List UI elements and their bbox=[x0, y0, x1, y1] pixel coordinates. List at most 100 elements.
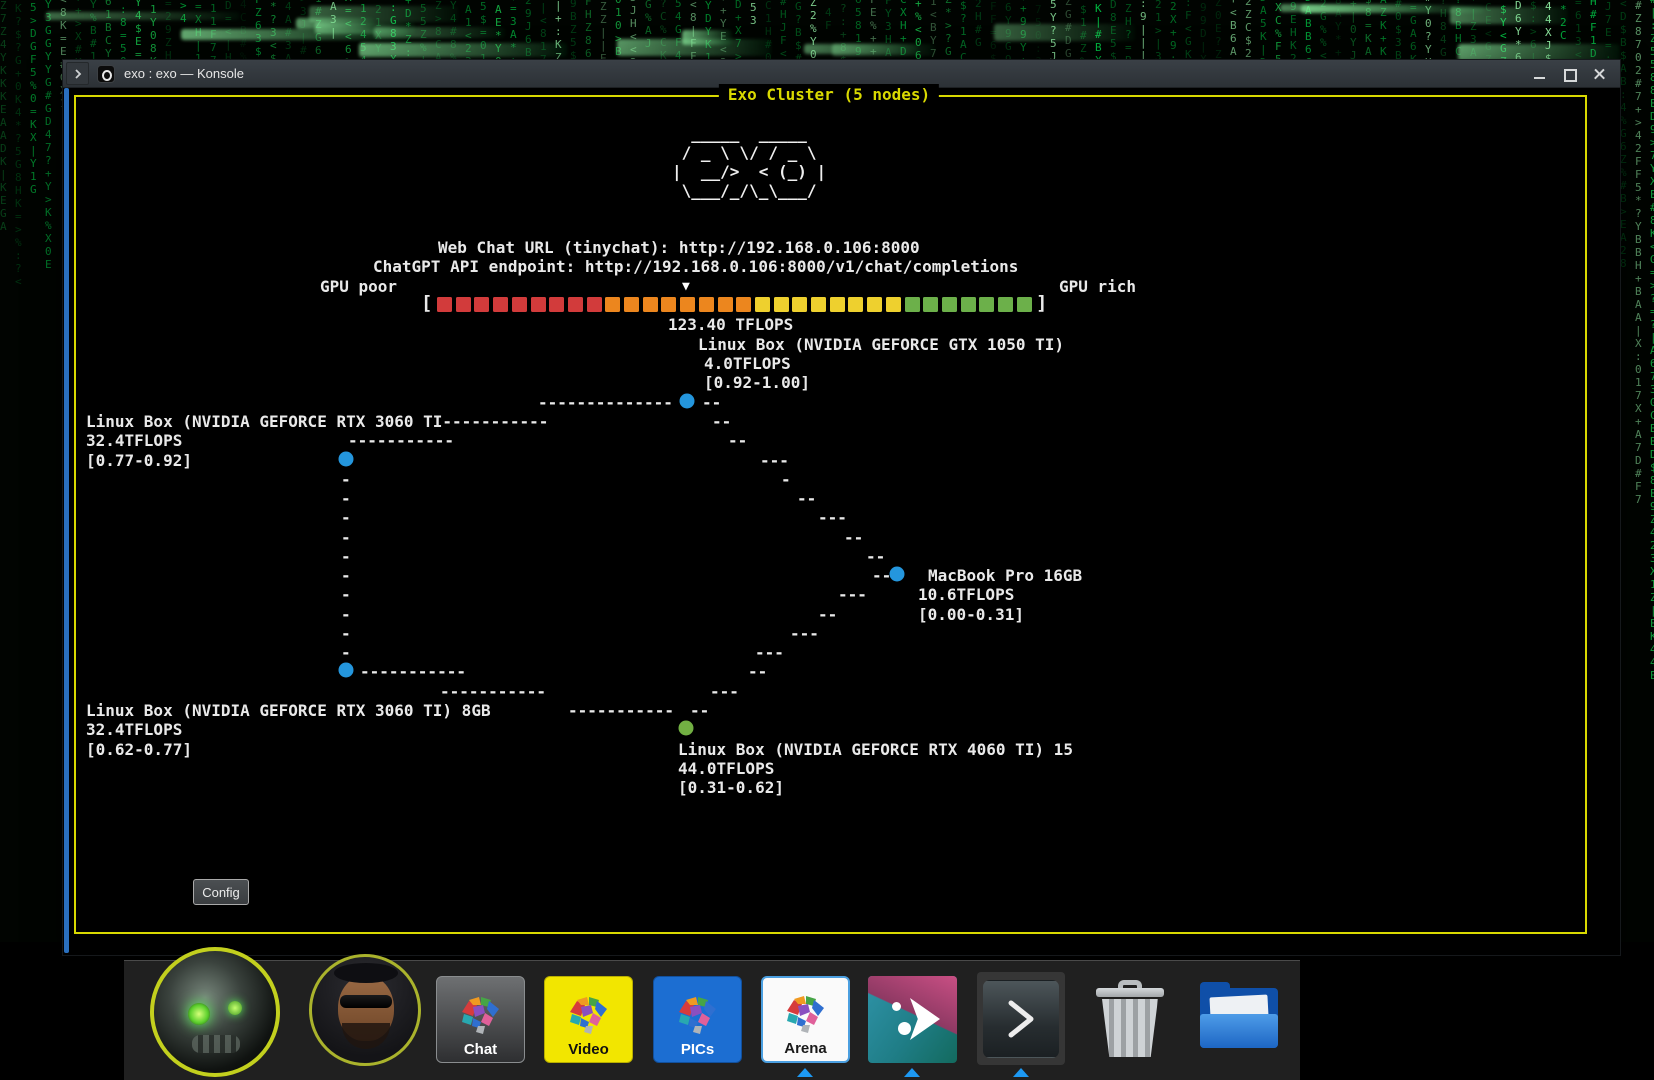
topology-line: - bbox=[341, 643, 351, 662]
matrix-streak bbox=[1458, 44, 1620, 61]
topology-line: --- bbox=[710, 682, 739, 701]
brain-icon bbox=[677, 995, 719, 1039]
node-tflops: 32.4TFLOPS bbox=[86, 431, 182, 450]
app-icon-dot bbox=[892, 1002, 901, 1011]
dock-item-konsole[interactable] bbox=[977, 972, 1065, 1065]
gauge-block bbox=[774, 297, 789, 312]
node-range: [0.92-1.00] bbox=[704, 373, 810, 392]
gauge-block bbox=[792, 297, 807, 312]
gpu-rich-label: GPU rich bbox=[1059, 277, 1136, 296]
folder-front bbox=[1200, 1014, 1278, 1048]
gauge-block bbox=[998, 297, 1013, 312]
folder-icon[interactable] bbox=[1198, 982, 1280, 1056]
gauge-block bbox=[755, 297, 770, 312]
trash-lid bbox=[1096, 988, 1164, 997]
terminal-scrollbar[interactable] bbox=[64, 88, 69, 953]
robot-jaw-icon bbox=[192, 1035, 240, 1053]
running-indicator bbox=[797, 1068, 813, 1077]
topology-line: - bbox=[781, 470, 791, 489]
avatar-cap bbox=[334, 963, 398, 983]
topology-line: -- bbox=[797, 489, 816, 508]
gauge-block bbox=[587, 297, 602, 312]
matrix-glyph-column: : K ? $ ? G + 0 K 4 * ? 5 G 8 H K = > % … bbox=[15, 0, 22, 288]
node-dot bbox=[679, 721, 694, 736]
gauge-block bbox=[661, 297, 676, 312]
maximize-button[interactable] bbox=[1562, 66, 1578, 82]
topology-line: --- bbox=[838, 585, 867, 604]
trash-body bbox=[1102, 999, 1158, 1057]
web-chat-url: Web Chat URL (tinychat): http://192.168.… bbox=[438, 238, 920, 257]
topology-line: ----------- bbox=[568, 701, 674, 720]
gauge-block bbox=[474, 297, 489, 312]
topology-line: - bbox=[341, 566, 351, 585]
node-tflops: 44.0TFLOPS bbox=[678, 759, 774, 778]
topology-line: --- bbox=[818, 508, 847, 527]
dock-item-chat[interactable]: Chat bbox=[436, 976, 525, 1063]
topology-line: -- bbox=[690, 701, 709, 720]
node-dot bbox=[339, 452, 354, 467]
app-icon-dot bbox=[898, 1022, 911, 1035]
gauge-block bbox=[1017, 297, 1032, 312]
matrix-streak bbox=[994, 24, 1135, 41]
dock-item-arena[interactable]: Arena bbox=[761, 976, 850, 1063]
konsole-app-icon bbox=[97, 65, 115, 83]
total-tflops: 123.40 TFLOPS bbox=[668, 315, 793, 334]
gauge-block bbox=[942, 297, 957, 312]
matrix-glyph-column: A * 4 F bbox=[825, 0, 832, 32]
gauge-block bbox=[923, 297, 938, 312]
matrix-glyph-column: # D 5 3 bbox=[750, 0, 757, 27]
dock-item-video[interactable]: Video bbox=[544, 976, 633, 1063]
minimize-button[interactable] bbox=[1532, 66, 1548, 82]
avatar-beard bbox=[342, 1023, 390, 1049]
gpu-poor-label: GPU poor bbox=[320, 277, 397, 296]
node-label: Linux Box (NVIDIA GEFORCE RTX 3060 TI---… bbox=[86, 412, 548, 431]
node-tflops: 10.6TFLOPS bbox=[918, 585, 1014, 604]
brain-icon bbox=[568, 995, 610, 1039]
gauge-block bbox=[643, 297, 658, 312]
topology-line: --- bbox=[790, 624, 819, 643]
close-button[interactable] bbox=[1592, 66, 1608, 82]
matrix-streak bbox=[359, 43, 567, 57]
gauge-block bbox=[886, 297, 901, 312]
tab-expand-button[interactable] bbox=[66, 62, 89, 85]
gauge-block bbox=[568, 297, 583, 312]
robot-eye-icon bbox=[228, 1001, 242, 1015]
gauge-block bbox=[549, 297, 564, 312]
topology-line: -- bbox=[702, 393, 721, 412]
api-endpoint: ChatGPT API endpoint: http://192.168.0.1… bbox=[373, 257, 1018, 276]
gauge-block bbox=[493, 297, 508, 312]
topology-line: -- bbox=[728, 431, 747, 450]
topology-line: -- bbox=[748, 662, 767, 681]
config-button[interactable]: Config bbox=[193, 879, 249, 905]
matrix-glyph-column: D 1 < D $ B $ A B : 4 % G 6 Z % # B > E … bbox=[1620, 0, 1627, 270]
exo-ascii-logo: _____ _____ / _ \ \/ / _ \ | __/> < (_) … bbox=[672, 124, 826, 200]
topology-line: -- bbox=[844, 528, 863, 547]
robot-avatar[interactable] bbox=[150, 947, 280, 1077]
gauge-block bbox=[680, 297, 695, 312]
node-label: MacBook Pro 16GB bbox=[928, 566, 1082, 585]
topology-line: - bbox=[341, 547, 351, 566]
matrix-glyph-column: # | : Z 5 5 8 8 E D 9 > 7 Y X E # 8 K < … bbox=[1650, 0, 1654, 682]
dock-item-media-app[interactable] bbox=[868, 976, 957, 1063]
gauge-block bbox=[736, 297, 751, 312]
topology-line: -- bbox=[712, 412, 731, 431]
matrix-glyph-column: Y 5 > D G F 5 % 0 = K X | Y 1 G bbox=[30, 0, 37, 196]
dock-item-pics[interactable]: PICs bbox=[653, 976, 742, 1063]
matrix-streak bbox=[309, 6, 458, 22]
running-indicator bbox=[1013, 1068, 1029, 1077]
gauge-block bbox=[456, 297, 471, 312]
matrix-glyph-column: 2 H # G bbox=[975, 0, 982, 49]
dock-item-label: Video bbox=[568, 1041, 609, 1058]
gauge-block bbox=[848, 297, 863, 312]
man-avatar[interactable] bbox=[309, 954, 421, 1066]
terminal-chevron-icon bbox=[999, 995, 1043, 1043]
topology-line: ----------- bbox=[440, 682, 546, 701]
node-label: Linux Box (NVIDIA GEFORCE RTX 3060 TI) 8… bbox=[86, 701, 491, 720]
trash-icon[interactable] bbox=[1094, 980, 1166, 1060]
topology-line: - bbox=[341, 508, 351, 527]
topology-line: - bbox=[341, 605, 351, 624]
gauge-block bbox=[512, 297, 527, 312]
matrix-glyph-column: 9 % Y 3 G G Y Y G # G D 4 7 ? + Y > K % … bbox=[45, 0, 52, 271]
node-tflops: 32.4TFLOPS bbox=[86, 720, 182, 739]
topology-line: ----------- bbox=[348, 431, 454, 450]
